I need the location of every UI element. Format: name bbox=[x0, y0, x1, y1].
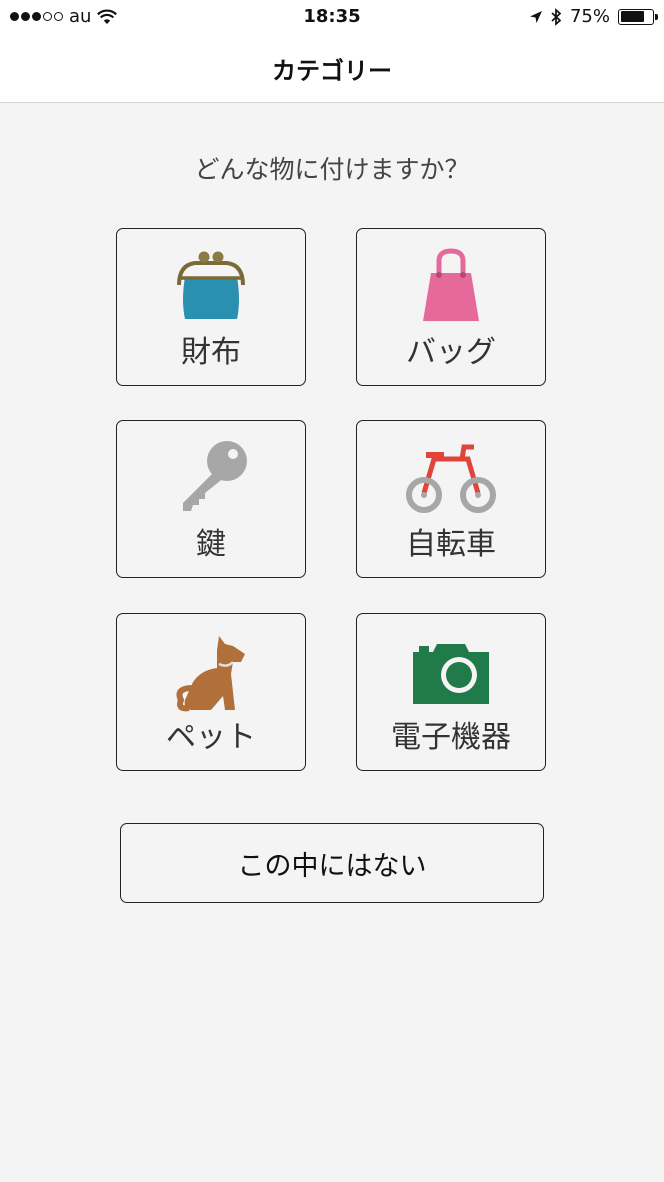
category-electronics-button[interactable]: 電子機器 bbox=[356, 613, 546, 771]
camera-icon bbox=[413, 644, 489, 704]
battery-icon bbox=[618, 8, 658, 25]
battery-level-fill bbox=[620, 11, 644, 22]
category-label: 自転車 bbox=[406, 527, 496, 562]
category-label: バッグ bbox=[406, 335, 496, 370]
coin-purse-icon bbox=[177, 251, 245, 319]
battery-percent: 75% bbox=[569, 6, 610, 27]
location-arrow-icon bbox=[529, 10, 542, 23]
dog-icon bbox=[176, 636, 245, 712]
category-wallet-button[interactable]: 財布 bbox=[116, 228, 306, 386]
question-text: どんな物に付けますか？ bbox=[194, 155, 470, 184]
bluetooth-icon bbox=[551, 7, 562, 26]
navigation-bar: カテゴリー bbox=[0, 34, 664, 103]
category-label: 財布 bbox=[181, 335, 241, 370]
category-label: 電子機器 bbox=[391, 720, 511, 755]
category-pet-button[interactable]: ペット bbox=[116, 613, 306, 771]
bicycle-icon bbox=[406, 444, 496, 513]
category-label: ペット bbox=[166, 720, 256, 755]
none-of-these-button[interactable]: この中にはない bbox=[120, 823, 544, 903]
page-title: カテゴリー bbox=[272, 56, 392, 85]
category-bicycle-button[interactable]: 自転車 bbox=[356, 420, 546, 578]
key-icon bbox=[183, 441, 247, 511]
category-label: 鍵 bbox=[196, 527, 226, 562]
status-right: 75% bbox=[529, 6, 658, 27]
status-bar: au 18:35 75% bbox=[0, 0, 664, 34]
handbag-icon bbox=[423, 248, 479, 321]
category-bag-button[interactable]: バッグ bbox=[356, 228, 546, 386]
category-key-button[interactable]: 鍵 bbox=[116, 420, 306, 578]
